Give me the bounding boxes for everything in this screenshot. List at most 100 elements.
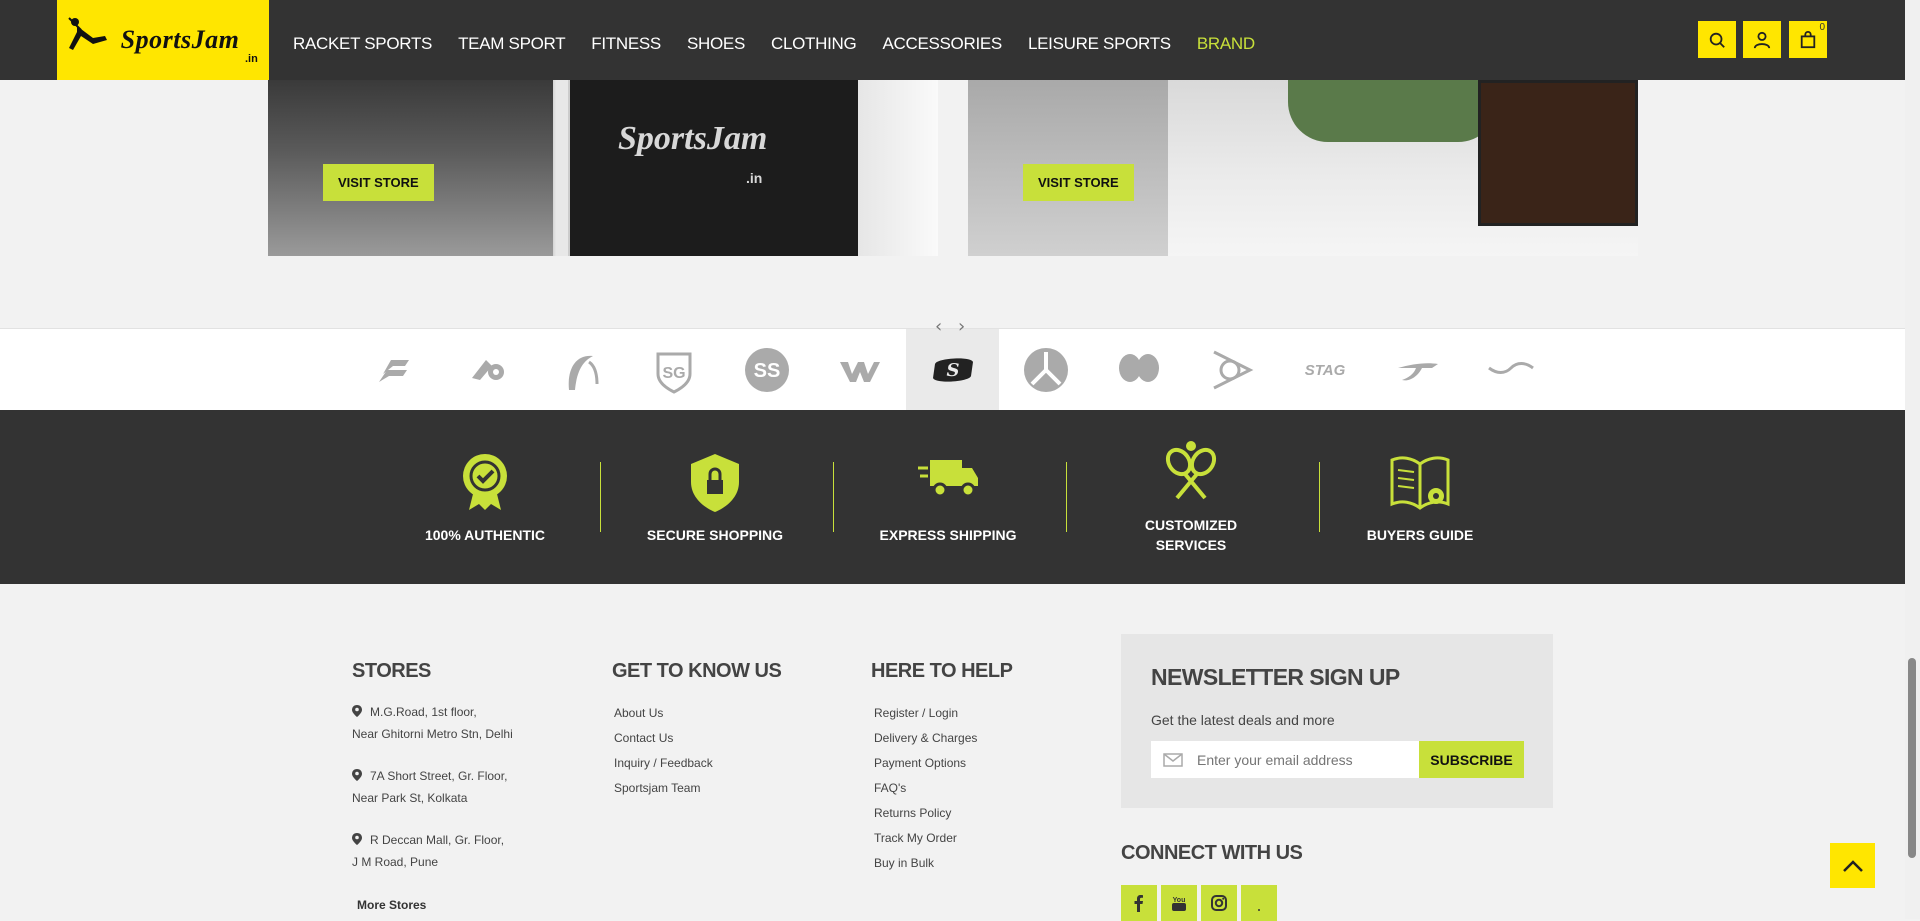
nav-accessories[interactable]: ACCESSORIES (882, 34, 1002, 54)
brand-joma[interactable] (1371, 329, 1464, 411)
delivery-truck-icon (918, 459, 978, 497)
butterfly-logo-icon (1118, 354, 1159, 382)
ss-logo-icon: SS (744, 348, 789, 392)
dunlop-logo-icon (1212, 350, 1253, 390)
instagram-icon (1211, 895, 1227, 911)
feature-shipping-label: EXPRESS SHIPPING (879, 526, 1017, 543)
more-icon (1258, 909, 1260, 911)
brand-li-ning[interactable] (1464, 329, 1557, 411)
address-line1: 7A Short Street, Gr. Floor, (370, 769, 508, 783)
feature-divider (1066, 462, 1067, 532)
secure-shield-icon (691, 453, 739, 512)
kookaburra-logo-icon (1023, 348, 1068, 392)
more-social-button[interactable] (1241, 885, 1277, 921)
li-ning-logo-icon (1487, 362, 1534, 374)
feature-divider (1319, 462, 1320, 532)
more-stores-link[interactable]: More Stores (357, 898, 426, 912)
facebook-button[interactable] (1121, 885, 1157, 921)
youtube-icon: You (1172, 897, 1186, 911)
brand-head[interactable] (534, 329, 627, 411)
nav-fitness[interactable]: FITNESS (591, 34, 661, 54)
link-about-us[interactable]: About Us (614, 706, 663, 720)
stores-heading: STORES (352, 660, 431, 682)
chevron-up-icon (1842, 859, 1863, 872)
envelope-icon (1163, 752, 1183, 767)
brand-dunlop[interactable] (1185, 329, 1278, 411)
brand-sg[interactable]: SG (627, 329, 720, 411)
feature-buyers-guide: BUYERS GUIDE (1345, 410, 1495, 584)
visit-store-button-left[interactable]: VISIT STORE (323, 164, 434, 201)
feature-divider (833, 462, 834, 532)
brand-stag[interactable]: STAG (1278, 329, 1371, 411)
nav-shoes[interactable]: SHOES (687, 34, 745, 54)
account-button[interactable] (1743, 21, 1781, 58)
nav-leisure-sports[interactable]: LEISURE SPORTS (1028, 34, 1171, 54)
link-register-login[interactable]: Register / Login (874, 706, 958, 720)
link-returns-policy[interactable]: Returns Policy (874, 806, 951, 820)
brand-ss[interactable]: SS (720, 329, 813, 411)
address-line2: J M Road, Pune (352, 855, 439, 869)
svg-text:You: You (1173, 897, 1186, 904)
scrollbar-thumb[interactable] (1908, 658, 1916, 858)
store-sign-board: SportsJam .in (568, 80, 858, 256)
brand-kookaburra[interactable] (999, 329, 1092, 411)
here-to-help-heading: HERE TO HELP (871, 660, 1013, 682)
brand-prev-arrow[interactable]: ‹ (935, 316, 942, 337)
skechers-logo-icon: S (932, 358, 973, 382)
brand-skechers[interactable]: S (906, 329, 999, 411)
sportsjam-logo[interactable]: SportsJam .in (57, 0, 269, 80)
store-image-kolkata: VISIT STORE (968, 80, 1638, 256)
brand-wilson[interactable] (813, 329, 906, 411)
svg-text:SG: SG (662, 365, 685, 382)
feature-express-shipping: EXPRESS SHIPPING (863, 410, 1033, 584)
stag-logo-text: STAG (1304, 362, 1345, 379)
feature-authentic-label: 100% AUTHENTIC (424, 526, 546, 543)
store-turf-display (1288, 80, 1498, 142)
nav-team-sport[interactable]: TEAM SPORT (458, 34, 566, 54)
site-header: SportsJam .in RACKET SPORTS TEAM SPORT F… (0, 0, 1905, 80)
feature-secure-label: SECURE SHOPPING (646, 526, 784, 543)
svg-text:SS: SS (753, 360, 780, 382)
link-sportsjam-team[interactable]: Sportsjam Team (614, 781, 700, 795)
link-delivery-charges[interactable]: Delivery & Charges (874, 731, 977, 745)
brand-babolat[interactable] (348, 329, 441, 411)
address-line1: R Deccan Mall, Gr. Floor, (370, 833, 505, 847)
cart-button[interactable]: 0 (1789, 21, 1827, 58)
store-sign-text: SportsJam (618, 120, 768, 157)
youtube-button[interactable]: You (1161, 885, 1197, 921)
store-address-kolkata: 7A Short Street, Gr. Floor, Near Park St,… (352, 765, 507, 809)
feature-guide-label: BUYERS GUIDE (1366, 526, 1474, 543)
nav-brand[interactable]: BRAND (1197, 34, 1255, 54)
link-contact-us[interactable]: Contact Us (614, 731, 673, 745)
link-buy-in-bulk[interactable]: Buy in Bulk (874, 856, 934, 870)
wilson-logo-icon (839, 362, 880, 382)
link-inquiry-feedback[interactable]: Inquiry / Feedback (614, 756, 713, 770)
nav-racket-sports[interactable]: RACKET SPORTS (293, 34, 432, 54)
feature-secure-shopping: SECURE SHOPPING (630, 410, 800, 584)
authentic-badge-icon (463, 453, 507, 510)
brand-butterfly[interactable] (1092, 329, 1185, 411)
search-button[interactable] (1698, 21, 1736, 58)
link-faqs[interactable]: FAQ's (874, 781, 906, 795)
store-address-pune: R Deccan Mall, Gr. Floor, J M Road, Pune (352, 829, 504, 873)
location-pin-icon (352, 769, 362, 781)
connect-with-us-heading: CONNECT WITH US (1121, 842, 1303, 864)
back-to-top-button[interactable] (1830, 843, 1875, 888)
subscribe-button[interactable]: SUBSCRIBE (1419, 741, 1524, 778)
brand-yonex[interactable] (441, 329, 534, 411)
nav-clothing[interactable]: CLOTHING (771, 34, 857, 54)
link-payment-options[interactable]: Payment Options (874, 756, 966, 770)
instagram-button[interactable] (1201, 885, 1237, 921)
newsletter-title: NEWSLETTER SIGN UP (1151, 664, 1400, 690)
store-sign-tld: .in (746, 170, 763, 186)
brand-carousel: SG SS S STAG (0, 328, 1905, 411)
brand-next-arrow[interactable]: › (958, 316, 965, 337)
feature-customized-label: CUSTOMIZED SERVICES (1145, 515, 1237, 555)
newsletter-email-input[interactable] (1197, 751, 1417, 768)
visit-store-button-right[interactable]: VISIT STORE (1023, 164, 1134, 201)
link-track-my-order[interactable]: Track My Order (874, 831, 957, 845)
search-icon (1709, 32, 1725, 48)
player-silhouette-icon (68, 17, 107, 50)
address-line2: Near Ghitorni Metro Stn, Delhi (352, 727, 513, 741)
store-address-delhi: M.G.Road, 1st floor, Near Ghitorni Metro … (352, 701, 513, 745)
